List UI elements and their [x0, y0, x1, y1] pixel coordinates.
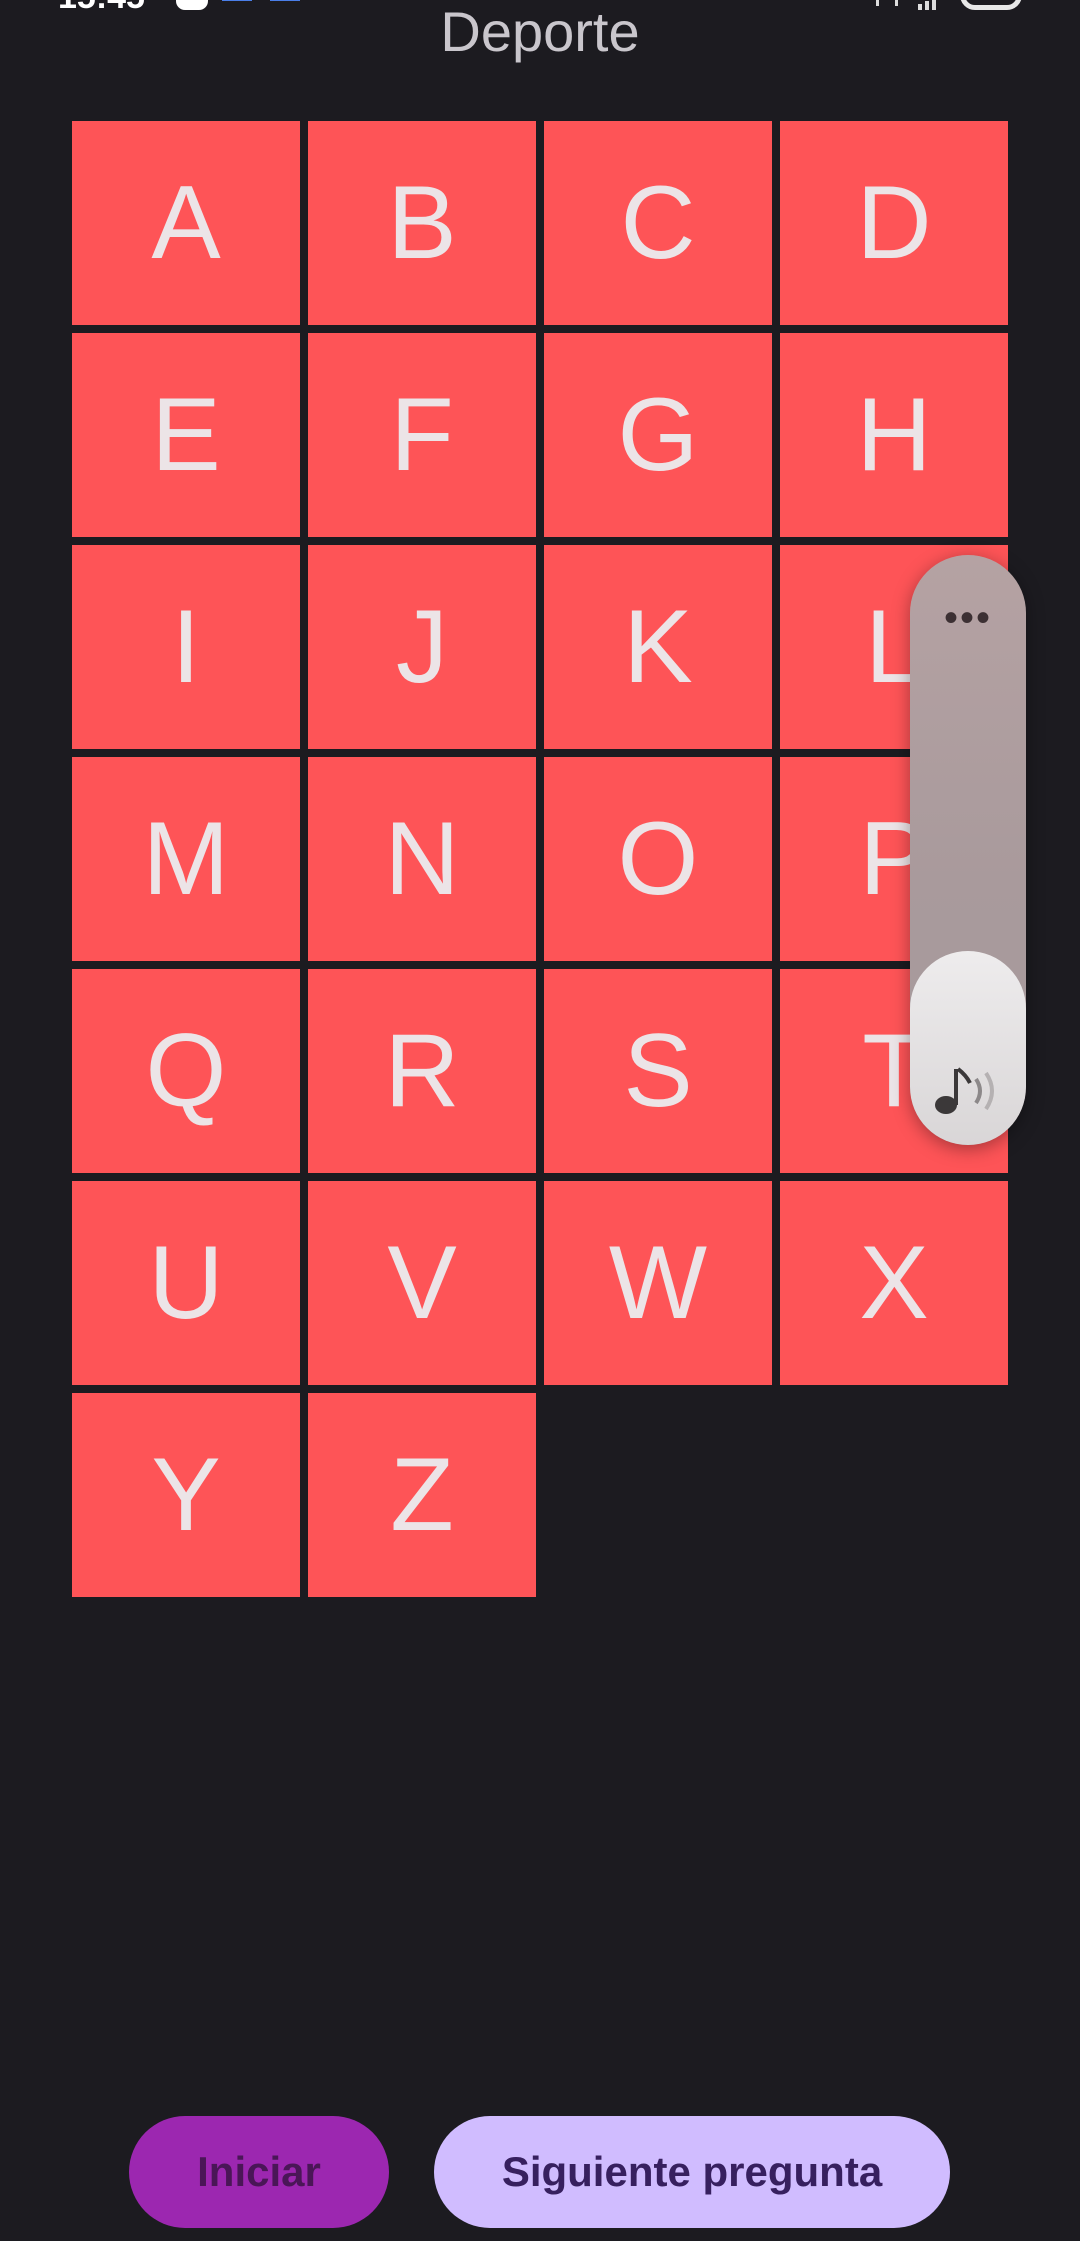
letter-tile-e[interactable]: E	[72, 333, 300, 537]
letter-tile-k[interactable]: K	[544, 545, 772, 749]
letter-tile-m[interactable]: M	[72, 757, 300, 961]
letter-tile-n[interactable]: N	[308, 757, 536, 961]
letter-tile-w[interactable]: W	[544, 1181, 772, 1385]
letter-tile-i[interactable]: I	[72, 545, 300, 749]
letter-tile-o[interactable]: O	[544, 757, 772, 961]
volume-panel[interactable]: •••	[910, 555, 1026, 1145]
page-title: Deporte	[440, 0, 640, 63]
letter-tile-a[interactable]: A	[72, 121, 300, 325]
letter-tile-g[interactable]: G	[544, 333, 772, 537]
letter-tile-z[interactable]: Z	[308, 1393, 536, 1597]
start-button[interactable]: Iniciar	[129, 2116, 389, 2228]
letter-tile-q[interactable]: Q	[72, 969, 300, 1173]
more-options-icon[interactable]: •••	[910, 598, 1026, 638]
letter-tile-s[interactable]: S	[544, 969, 772, 1173]
letter-tile-v[interactable]: V	[308, 1181, 536, 1385]
letter-tile-h[interactable]: H	[780, 333, 1008, 537]
letter-tile-d[interactable]: D	[780, 121, 1008, 325]
music-note-icon	[935, 1067, 994, 1114]
letter-tile-r[interactable]: R	[308, 969, 536, 1173]
volume-slider-fill[interactable]	[910, 951, 1026, 1145]
letter-tile-x[interactable]: X	[780, 1181, 1008, 1385]
letter-tile-c[interactable]: C	[544, 121, 772, 325]
letter-tile-b[interactable]: B	[308, 121, 536, 325]
letter-tile-u[interactable]: U	[72, 1181, 300, 1385]
next-question-button[interactable]: Siguiente pregunta	[434, 2116, 950, 2228]
letter-tile-f[interactable]: F	[308, 333, 536, 537]
letter-tile-y[interactable]: Y	[72, 1393, 300, 1597]
letter-tile-j[interactable]: J	[308, 545, 536, 749]
